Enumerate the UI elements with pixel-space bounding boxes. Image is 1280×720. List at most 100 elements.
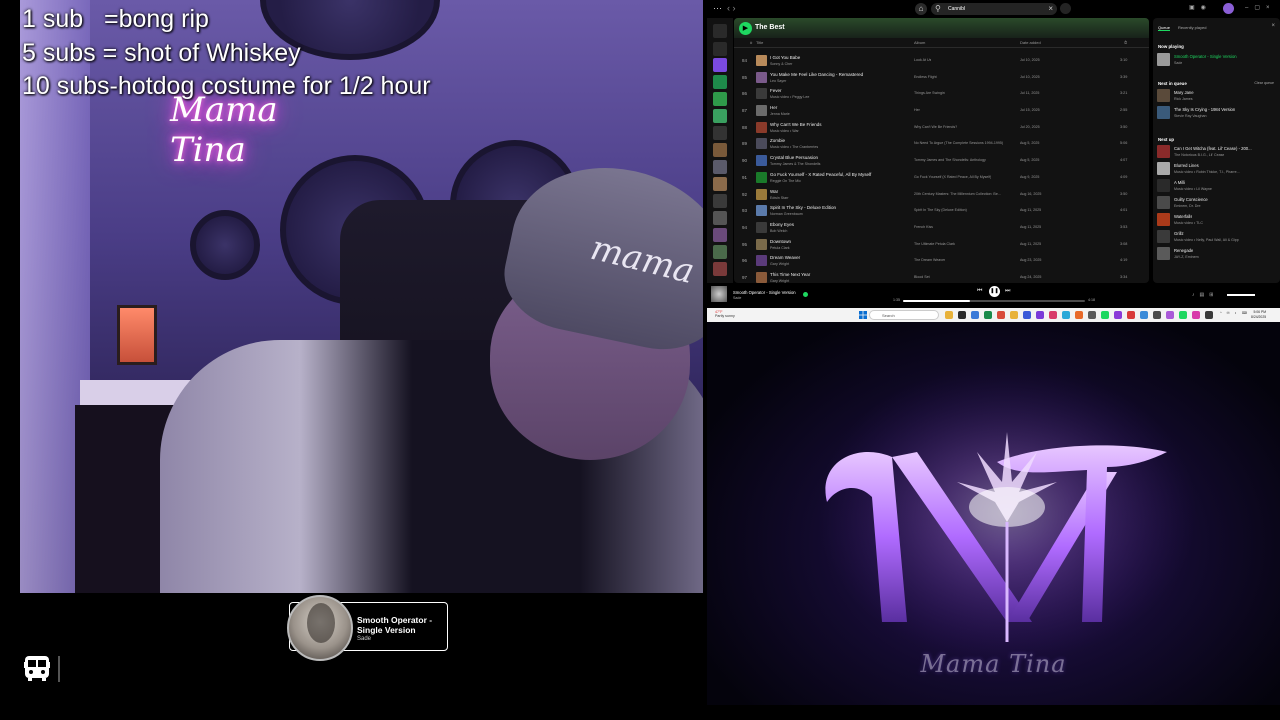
table-row[interactable]: 89 Zombie Music video • The Cranberries No … <box>734 136 1149 153</box>
track-artist[interactable]: Jenna Marie <box>770 112 790 116</box>
queue-item[interactable]: The Sky Is Crying - 1984 Version Stevie R… <box>1157 105 1279 121</box>
queue-item[interactable]: Grillz Music video • Nelly, Paul Wall, Al… <box>1157 229 1279 245</box>
windows-start-icon[interactable] <box>859 311 867 319</box>
table-row[interactable]: 85 You Make Me Feel Like Dancing - Remast… <box>734 70 1149 87</box>
player-title[interactable]: Smooth Operator - Single Version <box>733 290 796 295</box>
table-row[interactable]: 87 Her Jenna Marie Her Jul 15, 2025 2:55 <box>734 103 1149 120</box>
track-title[interactable]: Fever <box>770 88 782 93</box>
track-artist[interactable]: Music video • The Cranberries <box>770 145 818 149</box>
player-artist[interactable]: Sade <box>733 296 741 300</box>
track-title[interactable]: You Make Me Feel Like Dancing - Remaster… <box>770 72 863 77</box>
table-row[interactable]: 96 Dream Weaver Gary Wright The Dream Weave… <box>734 253 1149 270</box>
track-artist[interactable]: Music video • Peggy Lee <box>770 95 809 99</box>
home-icon[interactable]: ⌂ <box>915 3 927 15</box>
clear-queue-button[interactable]: Clear queue <box>1254 81 1274 85</box>
queue-item[interactable]: Guilty Conscience Eminem, Dr. Dre <box>1157 195 1279 211</box>
taskbar-app-icon[interactable] <box>1010 311 1018 319</box>
track-album[interactable]: Why Can't We Be Friends? <box>914 125 957 129</box>
table-row[interactable]: 93 Spirit In The Sky - Deluxe Edition Norm… <box>734 203 1149 220</box>
progress-bar[interactable] <box>903 300 1085 302</box>
track-album[interactable]: The Ultimate Petula Clark <box>914 242 955 246</box>
track-title[interactable]: Spirit In The Sky - Deluxe Edition <box>770 205 836 210</box>
back-forward-icon[interactable]: ‹ › <box>727 3 736 13</box>
track-title[interactable]: Crystal Blue Persuasion <box>770 155 818 160</box>
taskbar-app-icon[interactable] <box>1166 311 1174 319</box>
sidebar-item-playlist-2[interactable] <box>713 92 727 106</box>
track-title[interactable]: Ebony Eyes <box>770 222 794 227</box>
queue-item[interactable]: Waterfalls Music video • TLC <box>1157 212 1279 228</box>
taskbar-app-icon[interactable] <box>1127 311 1135 319</box>
track-artist[interactable]: Music video • War <box>770 129 799 133</box>
sidebar-item-liked[interactable] <box>713 58 727 72</box>
sidebar-item-playlist-7[interactable] <box>713 177 727 191</box>
sidebar-item-playlist-6[interactable] <box>713 160 727 174</box>
taskbar-app-icon[interactable] <box>1153 311 1161 319</box>
track-album[interactable]: 20th Century Masters: The Millennium Col… <box>914 192 1001 196</box>
sidebar-item-playlist-11[interactable] <box>713 245 727 259</box>
table-row[interactable]: 90 Crystal Blue Persuasion Tommy James & T… <box>734 153 1149 170</box>
system-tray[interactable]: ^ ✉ ◐ ⌨ <box>1220 311 1249 315</box>
track-title[interactable]: Dream Weaver <box>770 255 800 260</box>
taskbar-app-icon[interactable] <box>1036 311 1044 319</box>
taskbar-app-icon[interactable] <box>945 311 953 319</box>
table-row[interactable]: 92 War Edwin Starr 20th Century Masters: Th… <box>734 187 1149 204</box>
track-title[interactable]: Go Fuck Yourself - X Rated Peaceful, All… <box>770 172 871 177</box>
player-album-art[interactable] <box>711 286 727 302</box>
queue-now-playing[interactable]: Smooth Operator - Single Version Sade <box>1157 52 1279 68</box>
table-row[interactable]: 94 Ebony Eyes Bob Welch French Kiss Aug 11, … <box>734 220 1149 237</box>
taskbar-app-icon[interactable] <box>997 311 1005 319</box>
search-input[interactable]: ⚲ Cannibl × <box>931 3 1057 15</box>
track-artist[interactable]: Leo Sayer <box>770 79 786 83</box>
weather-widget[interactable]: 47°F Partly sunny <box>715 310 735 318</box>
taskbar-app-icon[interactable] <box>1205 311 1213 319</box>
volume-slider[interactable] <box>1227 294 1255 296</box>
taskbar-app-icon[interactable] <box>1075 311 1083 319</box>
sidebar-item-playlist-9[interactable] <box>713 211 727 225</box>
track-artist[interactable]: Edwin Starr <box>770 196 789 200</box>
library-icon[interactable] <box>713 24 727 38</box>
track-album[interactable]: Look At Us <box>914 58 931 62</box>
track-album[interactable]: Endless Flight <box>914 75 937 79</box>
track-title[interactable]: Downtown <box>770 239 791 244</box>
sidebar-item-playlist-8[interactable] <box>713 194 727 208</box>
track-album[interactable]: French Kiss <box>914 225 933 229</box>
taskbar-clock[interactable]: 5:06 PM 8/24/2025 <box>1251 310 1266 319</box>
taskbar-app-icon[interactable] <box>1088 311 1096 319</box>
taskbar-app-icon[interactable] <box>1023 311 1031 319</box>
table-row[interactable]: 84 I Got You Babe Sonny & Cher Look At Us Ju… <box>734 53 1149 70</box>
track-title[interactable]: Her <box>770 105 777 110</box>
taskbar-app-icon[interactable] <box>1114 311 1122 319</box>
track-artist[interactable]: Reggie On The Mic <box>770 179 801 183</box>
track-album[interactable]: Tommy James and The Shondells: Anthology <box>914 158 986 162</box>
col-album[interactable]: Album <box>914 40 925 45</box>
track-album[interactable]: Blood Set <box>914 275 930 279</box>
track-title[interactable]: Why Can't We Be Friends <box>770 122 822 127</box>
tab-queue[interactable]: Queue <box>1158 25 1171 31</box>
tab-recently-played[interactable]: Recently played <box>1178 25 1206 30</box>
track-title[interactable]: War <box>770 189 778 194</box>
track-title[interactable]: Zombie <box>770 138 785 143</box>
add-icon[interactable] <box>713 42 727 56</box>
taskbar-app-icon[interactable] <box>1062 311 1070 319</box>
track-artist[interactable]: Petula Clark <box>770 246 790 250</box>
taskbar-app-icon[interactable] <box>1140 311 1148 319</box>
sidebar-item-playlist-1[interactable] <box>713 75 727 89</box>
track-album[interactable]: Spirit In The Sky (Deluxe Edition) <box>914 208 967 212</box>
queue-item[interactable]: Can I Get Witcha (feat. Lil' Cease) - 20… <box>1157 144 1279 160</box>
sidebar-item-playlist-12[interactable] <box>713 262 727 276</box>
track-artist[interactable]: Gary Wright <box>770 262 789 266</box>
track-artist[interactable]: Bob Welch <box>770 229 787 233</box>
sidebar-item-playlist-4[interactable] <box>713 126 727 140</box>
close-icon[interactable]: × <box>1271 23 1275 29</box>
table-row[interactable]: 97 This Time Next Year Gary Wright Blood Se… <box>734 270 1149 283</box>
track-artist[interactable]: Norman Greenbaum <box>770 212 803 216</box>
sidebar-item-playlist-3[interactable] <box>713 109 727 123</box>
saved-check-icon[interactable] <box>803 292 808 297</box>
extra-controls-icons[interactable]: ♪▤⊞ <box>1192 292 1218 298</box>
queue-item[interactable]: Renegade JAY-Z, Eminem <box>1157 246 1279 262</box>
play-button[interactable]: ▶ <box>739 22 752 35</box>
taskbar-app-icon[interactable] <box>1179 311 1187 319</box>
taskbar-search[interactable]: Search <box>869 310 939 320</box>
sidebar-item-playlist-10[interactable] <box>713 228 727 242</box>
clear-search-icon[interactable]: × <box>1048 4 1053 13</box>
